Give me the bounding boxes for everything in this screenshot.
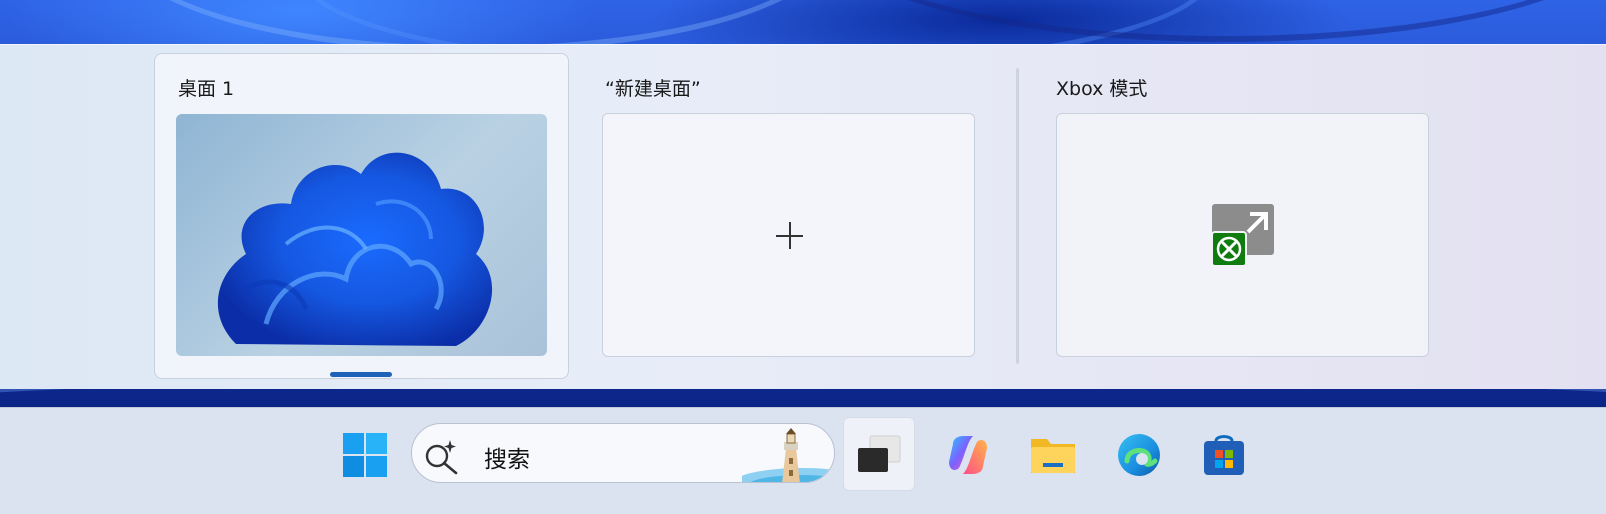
new-desktop-title: “新建桌面”: [605, 78, 701, 100]
xbox-mode-title: Xbox 模式: [1056, 78, 1148, 100]
windows-logo-icon: [343, 433, 387, 477]
search-label: 搜索: [484, 447, 530, 473]
start-button[interactable]: [329, 418, 401, 492]
microsoft-store-button[interactable]: [1188, 418, 1260, 492]
edge-button[interactable]: [1103, 418, 1175, 492]
desktop-1-title: 桌面 1: [178, 78, 235, 100]
search-highlight-illustration: [742, 428, 834, 482]
search-icon: [425, 440, 458, 475]
bloom-wallpaper-thumbnail: [217, 152, 493, 346]
edge-icon: [1118, 434, 1160, 476]
task-view-button[interactable]: [843, 417, 915, 491]
file-explorer-button[interactable]: [1017, 418, 1089, 492]
plus-icon: [776, 222, 803, 249]
xbox-icon: [1211, 231, 1247, 267]
copilot-icon: [949, 436, 987, 474]
folder-icon: [1031, 439, 1075, 473]
desktop-1-thumbnail[interactable]: [176, 114, 547, 356]
copilot-button[interactable]: [932, 418, 1004, 492]
active-desktop-indicator: [330, 372, 392, 377]
search-box[interactable]: 搜索: [411, 423, 835, 483]
divider: [1016, 68, 1019, 364]
task-view-icon: [858, 435, 901, 472]
store-icon: [1204, 435, 1244, 475]
